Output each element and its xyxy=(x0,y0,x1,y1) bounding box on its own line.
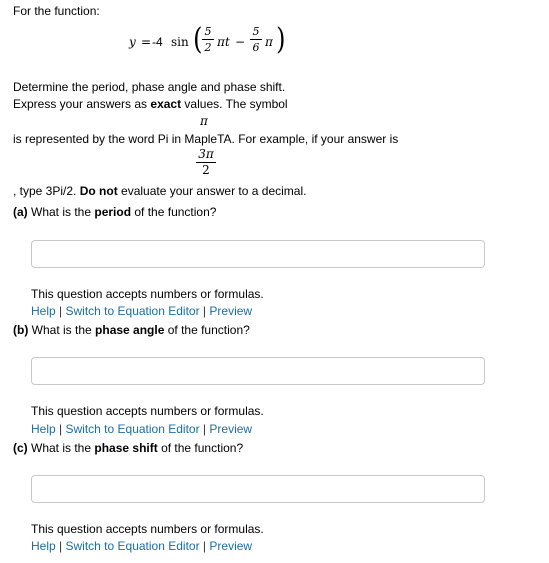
switch-equation-editor-link-c[interactable]: Switch to Equation Editor xyxy=(66,539,200,553)
instruction-line-4: , type 3Pi/2. Do not evaluate your answe… xyxy=(13,184,307,198)
example-fraction: 3π 2 xyxy=(196,148,216,177)
help-link-a[interactable]: Help xyxy=(31,304,56,318)
link-separator: | xyxy=(202,422,207,436)
link-separator: | xyxy=(59,304,63,318)
answer-links-c: Help | Switch to Equation Editor | Previ… xyxy=(31,539,252,553)
link-separator: | xyxy=(59,422,63,436)
fraction-5-over-6: 56 xyxy=(250,25,262,54)
accepts-note-a: This question accepts numbers or formula… xyxy=(31,287,264,301)
accepts-note-b: This question accepts numbers or formula… xyxy=(31,404,264,418)
question-a: (a) What is the period of the function? xyxy=(13,205,217,219)
phase-shift-answer-input[interactable] xyxy=(31,475,485,503)
right-paren: ) xyxy=(276,22,286,57)
question-c: (c) What is the phase shift of the funct… xyxy=(13,441,244,455)
equation-pi-1: π xyxy=(217,35,225,49)
phase-angle-answer-input[interactable] xyxy=(31,357,485,385)
preview-link-c[interactable]: Preview xyxy=(209,539,252,553)
link-separator: | xyxy=(202,304,207,318)
link-separator: | xyxy=(202,539,207,553)
switch-equation-editor-link-a[interactable]: Switch to Equation Editor xyxy=(66,304,200,318)
switch-equation-editor-link-b[interactable]: Switch to Equation Editor xyxy=(66,422,200,436)
link-separator: | xyxy=(59,539,63,553)
pi-symbol: π xyxy=(200,114,208,128)
help-link-b[interactable]: Help xyxy=(31,422,56,436)
equation-lhs: y xyxy=(129,35,136,49)
period-answer-input[interactable] xyxy=(31,240,485,268)
instruction-line-3: is represented by the word Pi in MapleTA… xyxy=(13,132,399,146)
equation-equals: = xyxy=(141,35,152,49)
accepts-note-c: This question accepts numbers or formula… xyxy=(31,522,264,536)
instruction-line-2: Express your answers as exact values. Th… xyxy=(13,97,288,111)
equation-pi-2: π xyxy=(265,35,273,49)
instruction-line-1: Determine the period, phase angle and ph… xyxy=(13,80,286,94)
help-link-c[interactable]: Help xyxy=(31,539,56,553)
answer-links-b: Help | Switch to Equation Editor | Previ… xyxy=(31,422,252,436)
answer-links-a: Help | Switch to Equation Editor | Previ… xyxy=(31,304,252,318)
question-b: (b) What is the phase angle of the funct… xyxy=(13,323,250,337)
intro-text: For the function: xyxy=(13,4,100,18)
preview-link-a[interactable]: Preview xyxy=(209,304,252,318)
preview-link-b[interactable]: Preview xyxy=(209,422,252,436)
fraction-5-over-2: 52 xyxy=(202,25,214,54)
equation-coefficient: -4 xyxy=(152,35,163,49)
equation-t: t xyxy=(225,35,230,49)
equation-minus: − xyxy=(235,35,246,49)
equation-sin: sin xyxy=(171,35,189,49)
